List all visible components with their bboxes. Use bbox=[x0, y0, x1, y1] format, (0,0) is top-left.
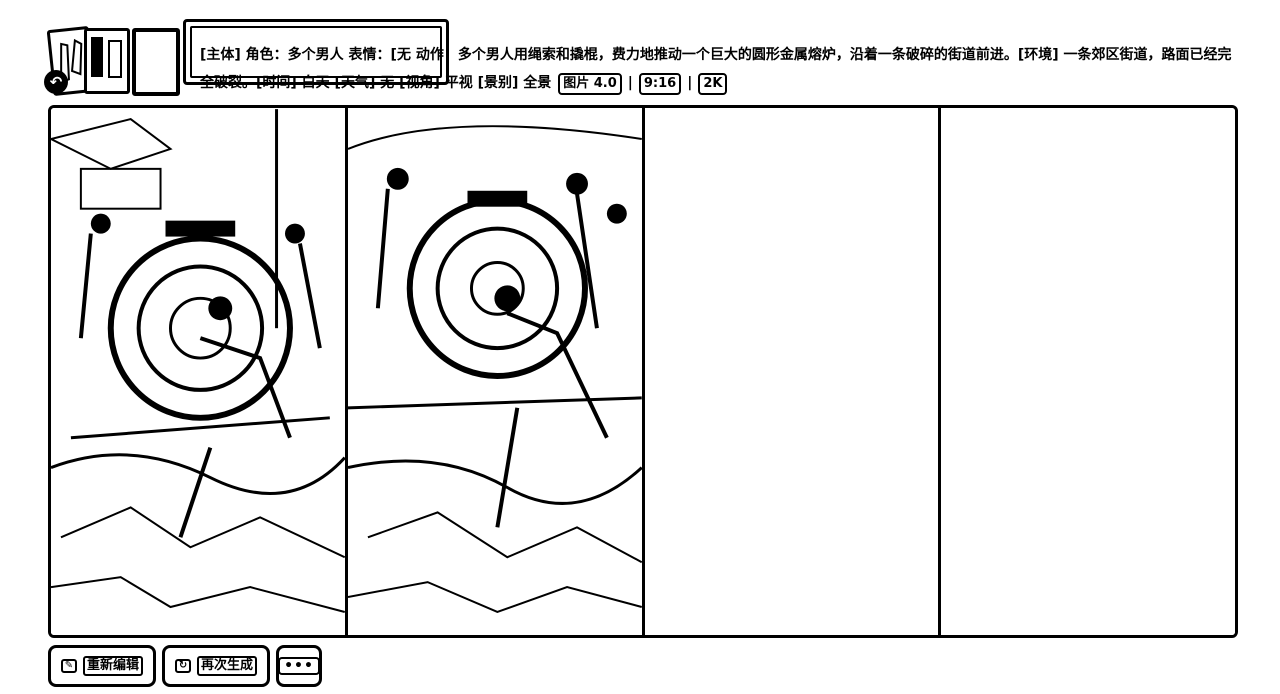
prompt-subject: [主体] 角色：多个男人 表情： bbox=[200, 47, 391, 63]
edit-icon: ✎ bbox=[61, 659, 77, 673]
regenerate-button[interactable]: ↻ 再次生成 bbox=[162, 645, 271, 687]
reference-thumbnail-3[interactable] bbox=[132, 28, 180, 96]
reedit-label: 重新编辑 bbox=[83, 656, 144, 676]
reference-thumbnails[interactable]: ↶ bbox=[44, 24, 182, 97]
generated-image-1[interactable] bbox=[51, 108, 348, 635]
more-icon: ••• bbox=[278, 657, 320, 675]
more-options-button[interactable]: ••• bbox=[276, 645, 323, 687]
furnace-scene-image bbox=[51, 109, 345, 634]
separator: | bbox=[627, 75, 633, 91]
separator: | bbox=[687, 75, 693, 91]
generated-image-3-empty bbox=[644, 108, 942, 635]
reedit-button[interactable]: ✎ 重新编辑 bbox=[48, 645, 157, 687]
undo-icon[interactable]: ↶ bbox=[44, 70, 68, 94]
aspect-ratio-badge: 9:16 bbox=[638, 73, 682, 95]
image-gallery bbox=[48, 105, 1238, 638]
action-bar: ✎ 重新编辑 ↻ 再次生成 ••• bbox=[48, 645, 323, 687]
model-badge: 图片 4.0 bbox=[558, 73, 622, 95]
reference-thumbnail-2[interactable] bbox=[84, 28, 130, 94]
prompt-expression-value: [无 bbox=[390, 47, 411, 63]
thumbnail-figure-icon bbox=[91, 37, 122, 78]
furnace-scene-image bbox=[347, 109, 642, 634]
generated-image-4-empty bbox=[941, 108, 1235, 635]
refresh-icon: ↻ bbox=[175, 659, 192, 673]
prompt-text: [主体] 角色：多个男人 表情：[无 动作：多个男人用绳索和撬棍，费力地推动一个… bbox=[200, 41, 1240, 97]
regenerate-label: 再次生成 bbox=[197, 656, 258, 676]
generated-image-2[interactable] bbox=[347, 108, 645, 635]
resolution-badge: 2K bbox=[698, 73, 728, 95]
